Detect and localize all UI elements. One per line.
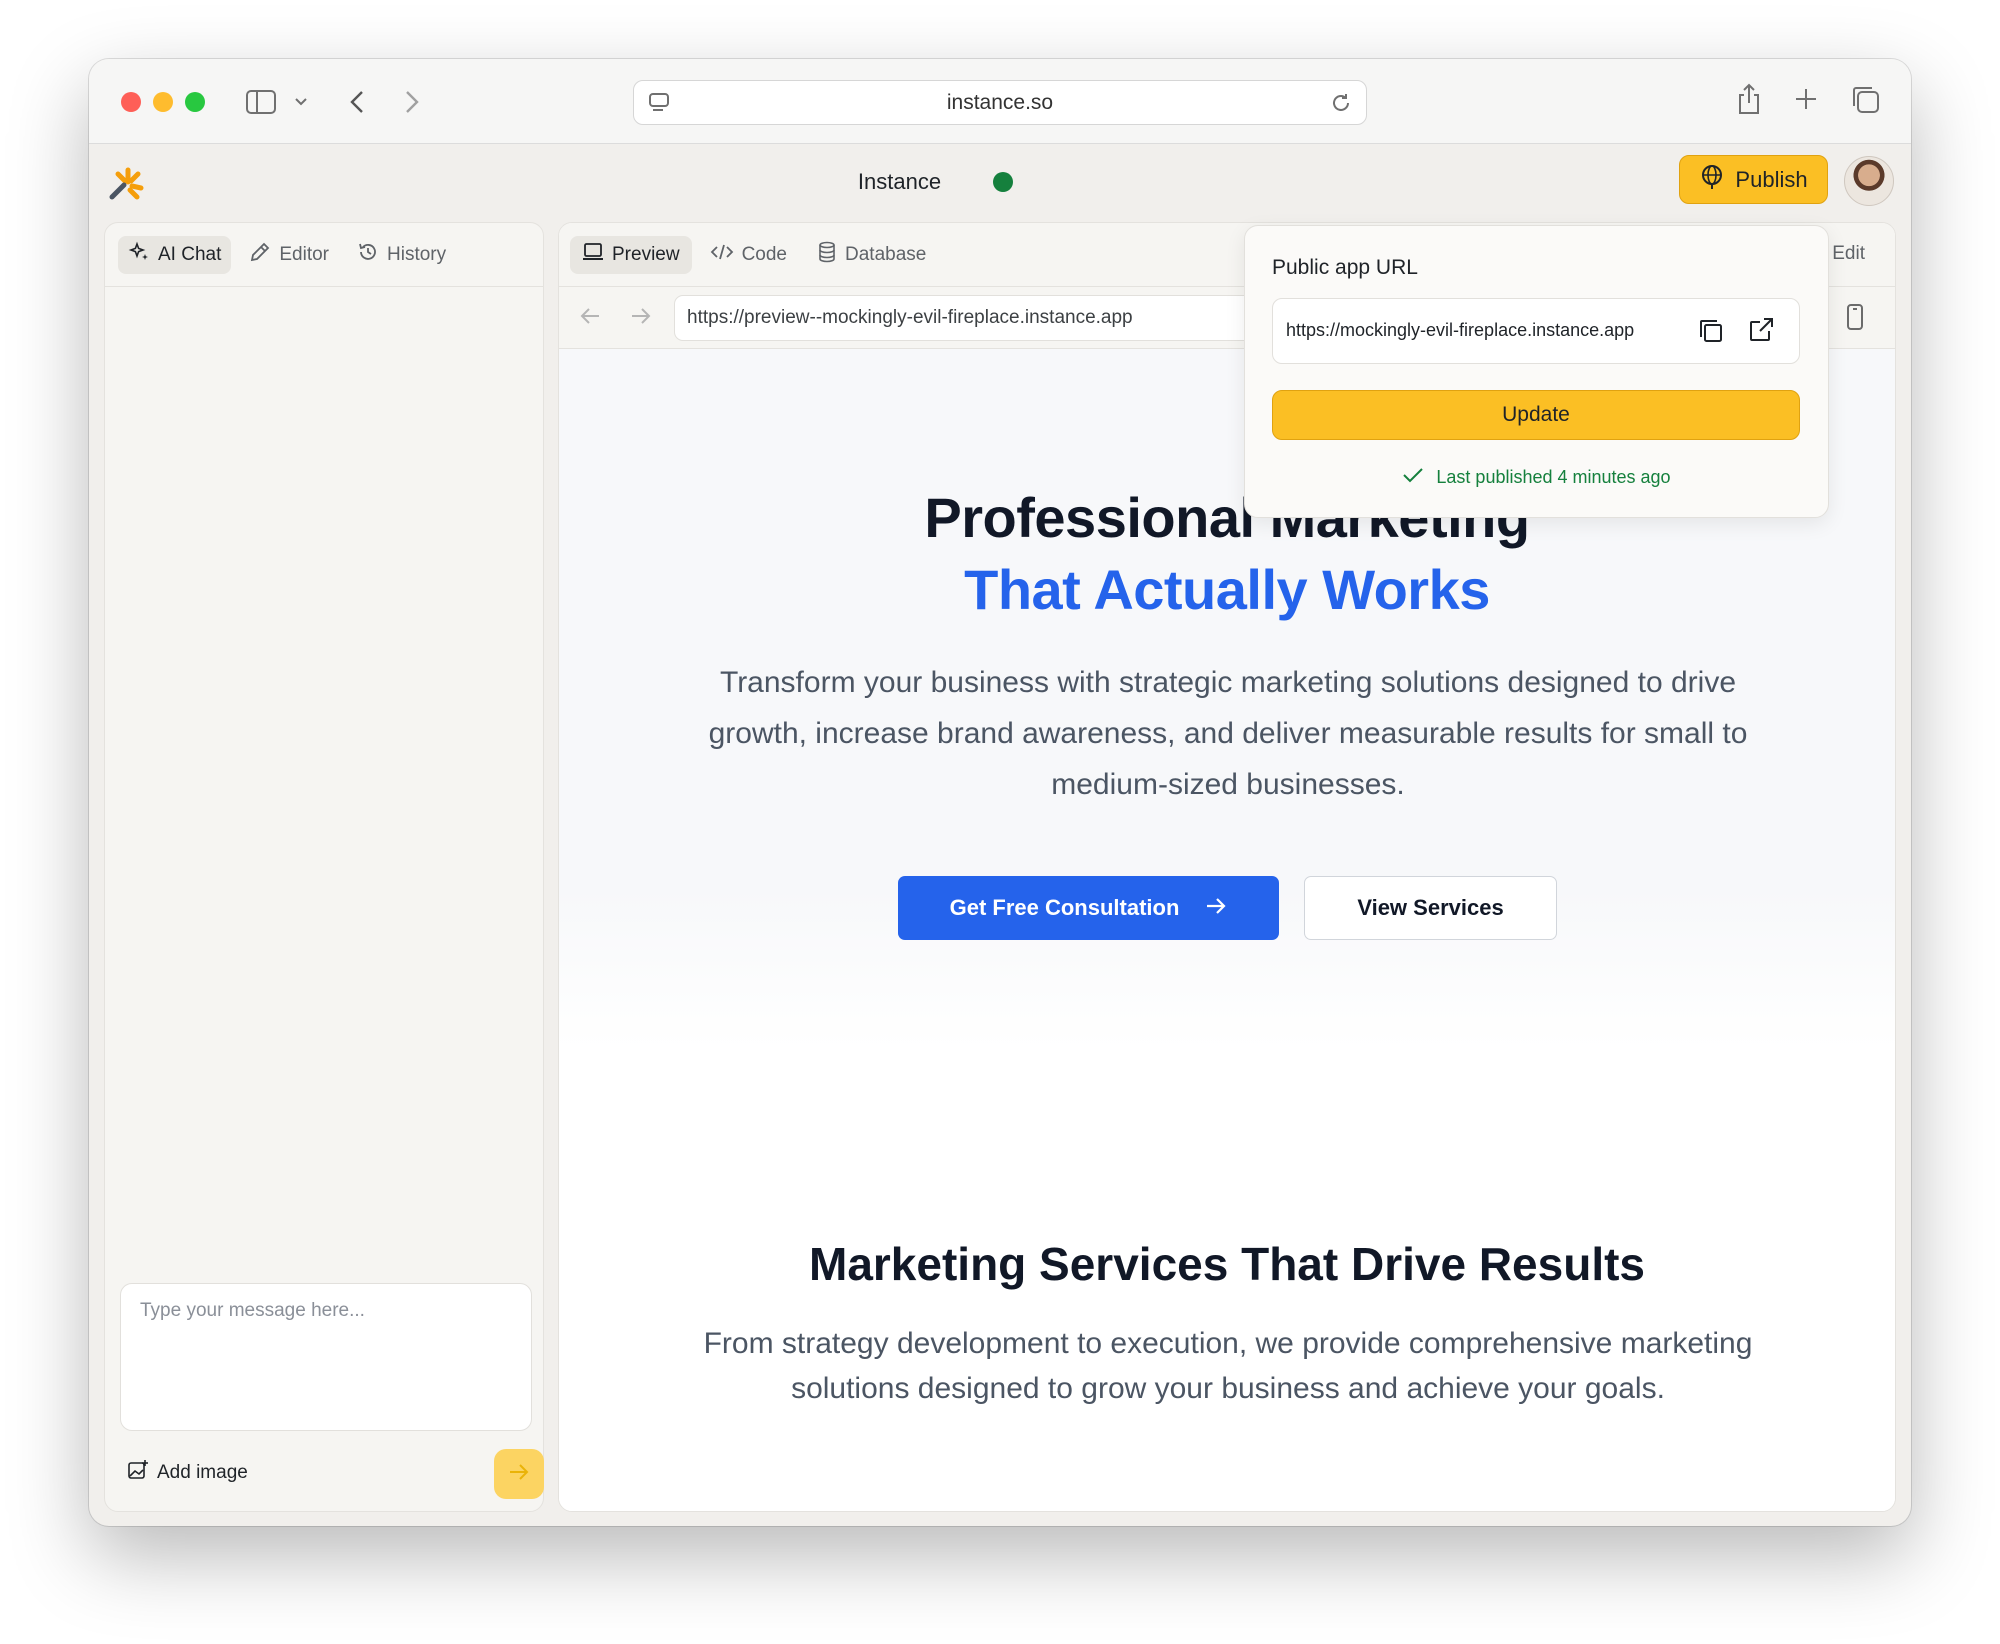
edit-tab[interactable]: Edit [1832,243,1865,265]
zoom-window-button[interactable] [185,92,205,112]
send-button[interactable] [494,1449,544,1499]
minimize-window-button[interactable] [153,92,173,112]
tab-label: Preview [612,243,680,265]
app-title: Instance [857,169,942,194]
code-icon [710,243,734,267]
tab-label: Editor [279,243,330,265]
preview-url-input[interactable]: https://preview--mockingly-evil-fireplac… [674,295,1274,341]
status-indicator [993,172,1013,192]
external-link-icon[interactable] [1747,316,1775,349]
add-image-label: Add image [157,1462,248,1483]
cta-label: Get Free Consultation [949,895,1180,920]
popover-title: Public app URL [1272,256,1418,279]
avatar[interactable] [1844,156,1894,206]
update-button[interactable]: Update [1272,390,1800,440]
hero-title-highlight: That Actually Works [964,558,1490,621]
close-window-button[interactable] [121,92,141,112]
arrow-right-icon [1205,895,1227,921]
tab-database[interactable]: Database [805,236,938,274]
preview-forward-icon[interactable] [630,304,652,332]
public-url-field[interactable]: https://mockingly-evil-fireplace.instanc… [1272,298,1800,364]
services-title: Marketing Services That Drive Results [809,1238,1645,1290]
preview-url-text: https://preview--mockingly-evil-fireplac… [687,307,1133,328]
tab-overview-icon[interactable] [1849,83,1881,115]
copy-icon[interactable] [1697,317,1725,350]
browser-window: instance.so Instance Publish AI Chat Edi… [89,59,1911,1526]
reload-icon[interactable] [1330,92,1352,114]
website-preview: Professional Marketing That Actually Wor… [559,349,1895,1511]
tab-label: History [387,243,447,265]
publish-label: Publish [1735,166,1808,192]
history-icon [357,241,379,269]
tab-editor[interactable]: Editor [239,236,339,274]
preview-back-icon[interactable] [579,304,601,332]
arrow-right-icon [508,1463,530,1486]
image-plus-icon [127,1459,149,1487]
forward-icon[interactable] [402,87,422,117]
address-bar[interactable]: instance.so [633,80,1367,125]
sidebar-toggle-icon[interactable] [244,87,278,117]
message-placeholder: Type your message here... [140,1300,365,1321]
tab-preview[interactable]: Preview [570,235,692,274]
hero-description: Transform your business with strategic m… [708,666,1748,801]
get-consultation-button[interactable]: Get Free Consultation [898,876,1279,940]
add-image-button[interactable]: Add image [127,1459,248,1487]
address-text: instance.so [946,90,1054,114]
chevron-down-icon[interactable] [294,95,308,109]
chat-panel: AI Chat Editor History Type your message… [104,222,544,1512]
back-icon[interactable] [347,87,367,117]
browser-toolbar: instance.so [89,59,1911,144]
left-tabs: AI Chat Editor History [105,223,543,287]
publish-status: Last published 4 minutes ago [1245,466,1828,489]
database-icon [817,241,837,269]
laptop-icon [582,242,604,268]
pencil-icon [249,241,271,269]
check-icon [1402,466,1424,489]
tab-label: Code [741,243,787,265]
tab-history[interactable]: History [347,236,456,274]
publish-button[interactable]: Publish [1679,155,1828,204]
sparkle-icon [128,241,150,269]
share-icon[interactable] [1734,81,1764,117]
publish-popover: Public app URL https://mockingly-evil-fi… [1244,225,1829,518]
message-input[interactable]: Type your message here... [120,1283,532,1431]
page-settings-icon[interactable] [648,92,670,114]
services-description: From strategy development to execution, … [703,1327,1753,1405]
update-label: Update [1502,403,1570,426]
view-services-button[interactable]: View Services [1304,876,1557,940]
cta-label: View Services [1357,895,1504,920]
tab-ai-chat[interactable]: AI Chat [118,235,232,274]
globe-icon [1699,164,1725,196]
public-url-text: https://mockingly-evil-fireplace.instanc… [1286,320,1635,340]
mobile-view-icon[interactable] [1846,303,1864,336]
tab-label: AI Chat [158,243,222,265]
publish-status-text: Last published 4 minutes ago [1436,467,1671,487]
tab-label: Database [845,243,927,265]
tab-code[interactable]: Code [698,236,799,274]
new-tab-icon[interactable] [1792,85,1820,113]
